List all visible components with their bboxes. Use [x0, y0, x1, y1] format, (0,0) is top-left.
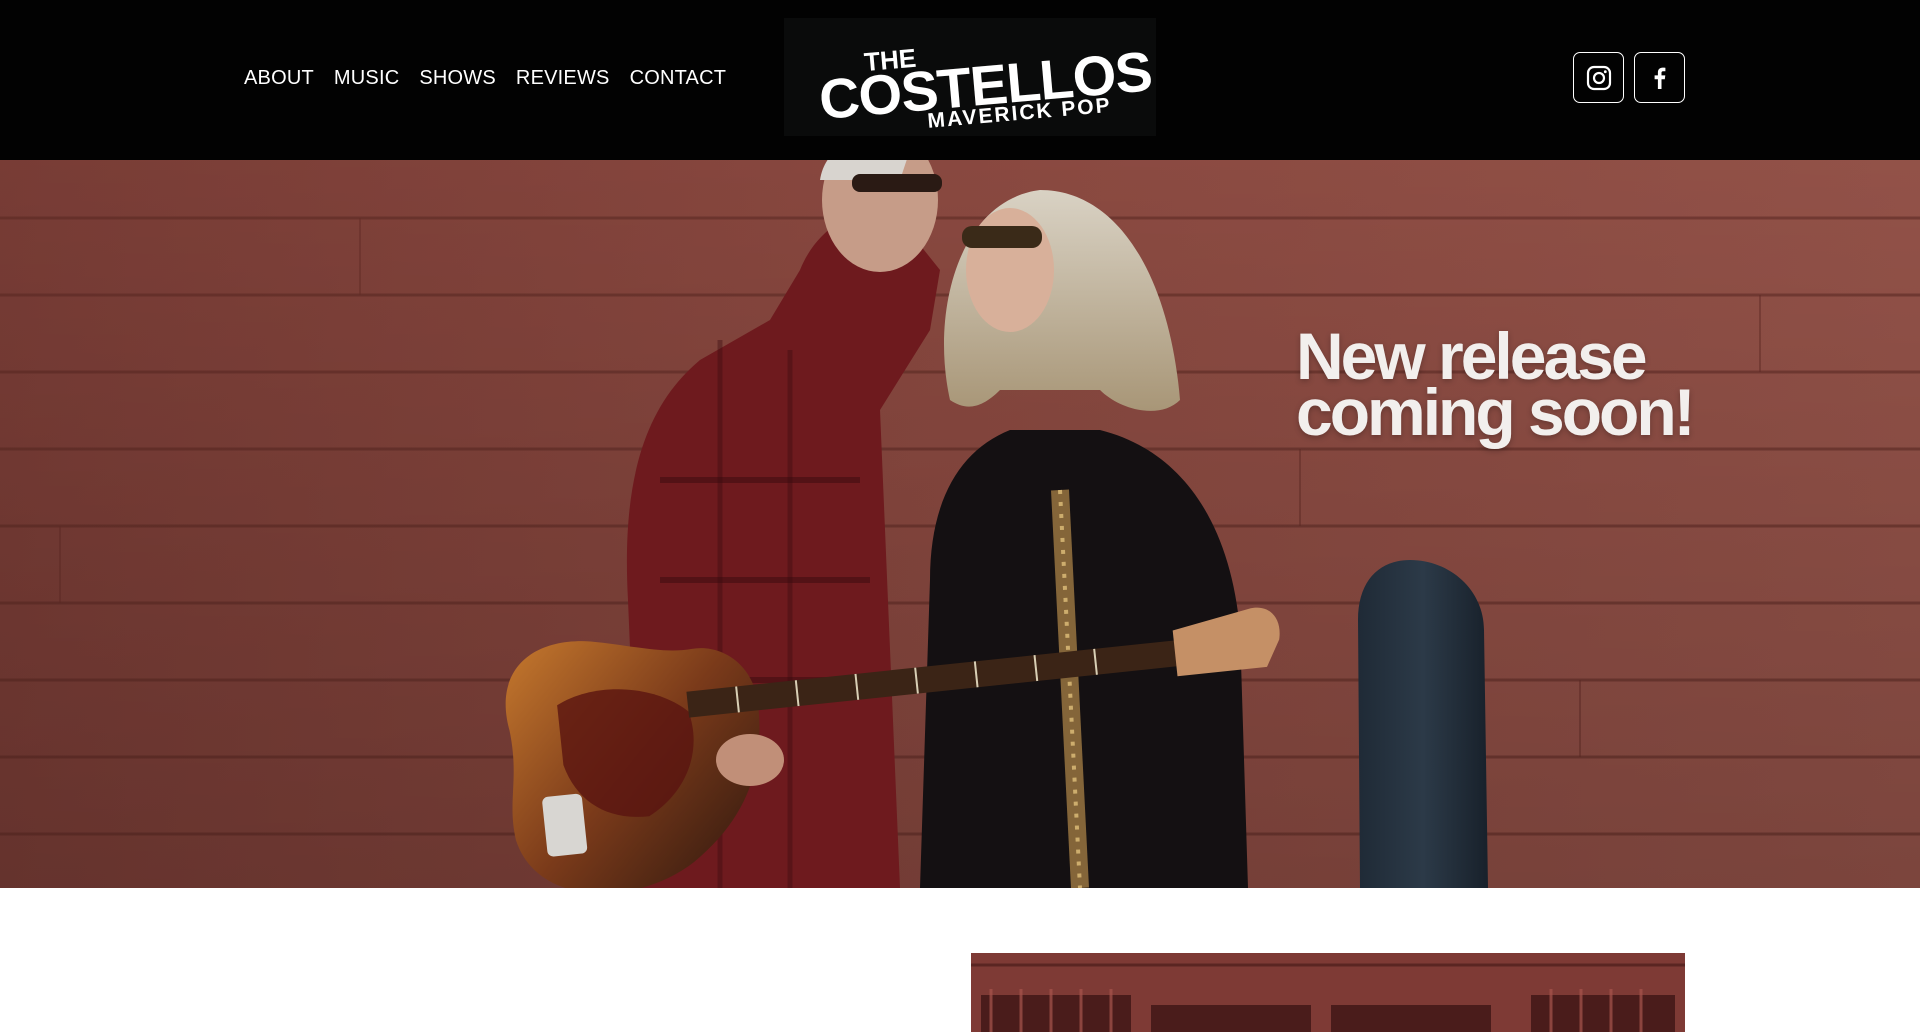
site-logo[interactable]: THE COSTELLOS MAVERICK POP — [784, 18, 1156, 136]
main-nav: ABOUT MUSIC SHOWS REVIEWS CONTACT — [244, 64, 746, 92]
instagram-icon — [1586, 65, 1611, 90]
nav-contact-link[interactable]: CONTACT — [630, 64, 727, 92]
nav-music-link[interactable]: MUSIC — [334, 64, 399, 92]
hero-headline-line2: coming soon! — [1296, 375, 1696, 449]
facebook-button[interactable] — [1634, 52, 1685, 103]
instagram-button[interactable] — [1573, 52, 1624, 103]
content-image-preview — [971, 953, 1685, 1032]
site-header: ABOUT MUSIC SHOWS REVIEWS CONTACT THE CO… — [0, 0, 1920, 160]
hero-banner: New release coming soon! — [0, 160, 1920, 888]
content-section — [0, 888, 1920, 1032]
nav-about-link[interactable]: ABOUT — [244, 64, 314, 92]
preview-photo — [971, 953, 1685, 1032]
nav-shows-link[interactable]: SHOWS — [419, 64, 496, 92]
hero-headline: New release coming soon! — [1296, 323, 1696, 449]
nav-reviews-link[interactable]: REVIEWS — [516, 64, 610, 92]
hero-photo — [0, 160, 1920, 888]
logo-wordmark: THE COSTELLOS MAVERICK POP — [817, 39, 1154, 133]
facebook-icon — [1654, 67, 1665, 89]
social-links — [1573, 52, 1685, 103]
